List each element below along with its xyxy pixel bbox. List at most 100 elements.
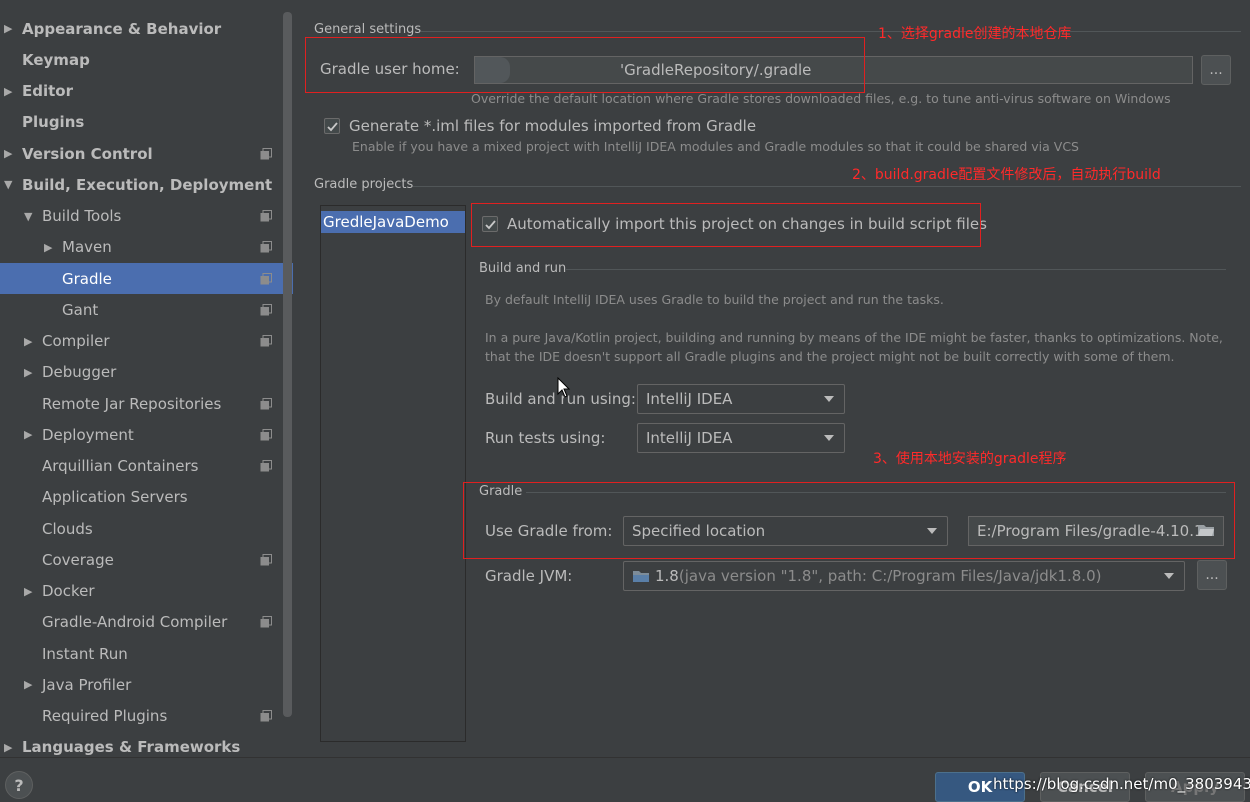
build-using-select[interactable]: IntelliJ IDEA bbox=[637, 384, 845, 414]
project-level-copy-icon bbox=[260, 303, 272, 316]
build-and-run-title: Build and run bbox=[479, 261, 567, 276]
sidebar-item-label: Coverage bbox=[42, 550, 114, 569]
sidebar-item[interactable]: Clouds bbox=[0, 513, 293, 544]
annotation-note-1: 1、选择gradle创建的本地仓库 bbox=[878, 26, 1072, 42]
build-and-run-desc-2b: that the IDE doesn't support all Gradle … bbox=[485, 349, 1175, 364]
run-tests-using-label: Run tests using: bbox=[485, 429, 606, 447]
sidebar-item-label: Editor bbox=[22, 82, 73, 100]
help-button[interactable]: ? bbox=[5, 771, 33, 799]
sidebar-item[interactable]: ▶ Appearance & Behavior bbox=[0, 13, 293, 44]
sidebar-item-label: Instant Run bbox=[42, 644, 128, 663]
collapsed-arrow-icon[interactable]: ▶ bbox=[4, 741, 12, 754]
gradle-jvm-label: Gradle JVM: bbox=[485, 567, 573, 585]
sidebar-item-label: Docker bbox=[42, 582, 95, 600]
sidebar-item-label: Build, Execution, Deployment bbox=[22, 175, 273, 194]
sidebar-item[interactable]: Gant bbox=[0, 294, 293, 325]
sidebar-item[interactable]: ▶ Docker bbox=[0, 576, 293, 607]
collapsed-arrow-icon[interactable]: ▶ bbox=[24, 335, 32, 348]
sidebar-item[interactable]: ▶ Maven bbox=[0, 232, 293, 263]
sidebar-item-label: Maven bbox=[62, 238, 112, 257]
section-divider bbox=[566, 269, 1226, 270]
sidebar-item[interactable]: Application Servers bbox=[0, 482, 293, 513]
sidebar-item-label: Required Plugins bbox=[42, 707, 168, 725]
sidebar-item[interactable]: ▶ Compiler bbox=[0, 326, 293, 357]
gradle-settings-panel: General settings Gradle user home: 'Grad… bbox=[293, 0, 1250, 757]
project-settings-panel: Automatically import this project on cha… bbox=[466, 205, 1250, 757]
sidebar-item[interactable]: ▶ Debugger bbox=[0, 357, 293, 388]
sidebar-item[interactable]: Gradle-Android Compiler bbox=[0, 607, 293, 638]
sidebar-item[interactable]: ▼ Build Tools bbox=[0, 201, 293, 232]
sidebar-item-label: Debugger bbox=[42, 363, 117, 382]
jdk-folder-icon bbox=[633, 571, 649, 582]
sidebar-item-label: Application Servers bbox=[42, 488, 188, 507]
sidebar-item-label: Build Tools bbox=[42, 207, 122, 225]
run-tests-using-select[interactable]: IntelliJ IDEA bbox=[637, 423, 845, 453]
annotation-box-3 bbox=[463, 482, 1235, 559]
sidebar-item[interactable]: Gradle bbox=[0, 263, 293, 294]
project-level-copy-icon bbox=[260, 710, 272, 722]
sidebar-item[interactable]: Arquillian Containers bbox=[0, 451, 293, 482]
chevron-down-icon bbox=[824, 435, 834, 441]
annotation-note-3: 3、使用本地安装的gradle程序 bbox=[873, 451, 1067, 467]
sidebar-item-label: Plugins bbox=[22, 113, 85, 132]
build-and-run-desc-1: By default IntelliJ IDEA uses Gradle to … bbox=[485, 292, 944, 307]
sidebar-item[interactable]: ▼ Build, Execution, Deployment bbox=[0, 169, 293, 200]
annotation-box-1 bbox=[305, 37, 865, 93]
section-divider bbox=[421, 31, 1241, 32]
sidebar-item-label: Gradle bbox=[62, 269, 112, 288]
expanded-arrow-icon[interactable]: ▼ bbox=[4, 178, 12, 191]
collapsed-arrow-icon[interactable]: ▶ bbox=[4, 22, 12, 35]
sidebar-item-label: Version Control bbox=[22, 144, 153, 163]
sidebar-item-label: Compiler bbox=[42, 332, 110, 350]
sidebar-item[interactable]: ▶ Java Profiler bbox=[0, 669, 293, 700]
collapsed-arrow-icon[interactable]: ▶ bbox=[24, 366, 32, 379]
collapsed-arrow-icon[interactable]: ▶ bbox=[24, 585, 32, 598]
dialog-footer: ? OK Cancel Apply https://blog.csdn.net/… bbox=[0, 757, 1250, 802]
sidebar-item[interactable]: Plugins bbox=[0, 107, 293, 138]
project-level-copy-icon bbox=[260, 335, 272, 347]
gradle-jvm-detail: (java version "1.8", path: C:/Program Fi… bbox=[678, 567, 1102, 585]
sidebar-item[interactable]: ▶ Editor bbox=[0, 76, 293, 107]
sidebar-item-label: Clouds bbox=[42, 519, 93, 538]
general-settings-title: General settings bbox=[314, 22, 422, 37]
collapsed-arrow-icon[interactable]: ▶ bbox=[4, 147, 12, 160]
project-level-copy-icon bbox=[260, 616, 272, 628]
sidebar-item[interactable]: Required Plugins bbox=[0, 701, 293, 732]
project-list-item[interactable]: GredleJavaDemo bbox=[321, 211, 465, 233]
mouse-cursor-icon bbox=[557, 377, 571, 398]
gradle-jvm-select[interactable]: 1.8 (java version "1.8", path: C:/Progra… bbox=[623, 561, 1185, 591]
generate-iml-hint: Enable if you have a mixed project with … bbox=[352, 139, 1079, 154]
generate-iml-checkbox[interactable] bbox=[324, 118, 340, 134]
run-tests-using-value: IntelliJ IDEA bbox=[646, 429, 733, 447]
sidebar-item[interactable]: Instant Run bbox=[0, 638, 293, 669]
project-level-copy-icon bbox=[260, 272, 272, 284]
project-level-copy-icon bbox=[260, 553, 272, 566]
sidebar-item[interactable]: ▶ Deployment bbox=[0, 419, 293, 450]
collapsed-arrow-icon[interactable]: ▶ bbox=[24, 428, 32, 441]
chevron-down-icon bbox=[1164, 573, 1174, 579]
annotation-box-2 bbox=[471, 203, 981, 247]
sidebar-item[interactable]: Remote Jar Repositories bbox=[0, 388, 293, 419]
sidebar-scrollbar[interactable] bbox=[283, 12, 292, 717]
sidebar-item-label: Java Profiler bbox=[42, 675, 132, 694]
build-using-value: IntelliJ IDEA bbox=[646, 390, 733, 408]
gradle-projects-list[interactable]: GredleJavaDemo bbox=[320, 205, 466, 742]
sidebar-item-label: Remote Jar Repositories bbox=[42, 394, 222, 413]
gradle-jvm-browse-button[interactable]: ... bbox=[1197, 560, 1227, 590]
gradle-user-home-hint: Override the default location where Grad… bbox=[471, 91, 1171, 106]
watermark-text: https://blog.csdn.net/m0_38039437 bbox=[993, 775, 1250, 793]
expanded-arrow-icon[interactable]: ▼ bbox=[24, 210, 32, 223]
sidebar-item-label: Gant bbox=[62, 300, 99, 319]
collapsed-arrow-icon[interactable]: ▶ bbox=[4, 85, 12, 98]
collapsed-arrow-icon[interactable]: ▶ bbox=[24, 678, 32, 691]
annotation-note-2: 2、build.gradle配置文件修改后，自动执行build bbox=[852, 167, 1161, 183]
build-and-run-desc-2a: In a pure Java/Kotlin project, building … bbox=[485, 330, 1223, 345]
sidebar-item-label: Keymap bbox=[22, 50, 90, 69]
generate-iml-label[interactable]: Generate *.iml files for modules importe… bbox=[349, 117, 756, 135]
sidebar-item[interactable]: Coverage bbox=[0, 544, 293, 575]
sidebar-item[interactable]: ▶ Version Control bbox=[0, 138, 293, 169]
collapsed-arrow-icon[interactable]: ▶ bbox=[44, 241, 52, 254]
sidebar-item[interactable]: ▶ Languages & Frameworks bbox=[0, 732, 293, 757]
gradle-user-home-browse-button[interactable]: ... bbox=[1201, 55, 1231, 85]
sidebar-item[interactable]: Keymap bbox=[0, 44, 293, 75]
